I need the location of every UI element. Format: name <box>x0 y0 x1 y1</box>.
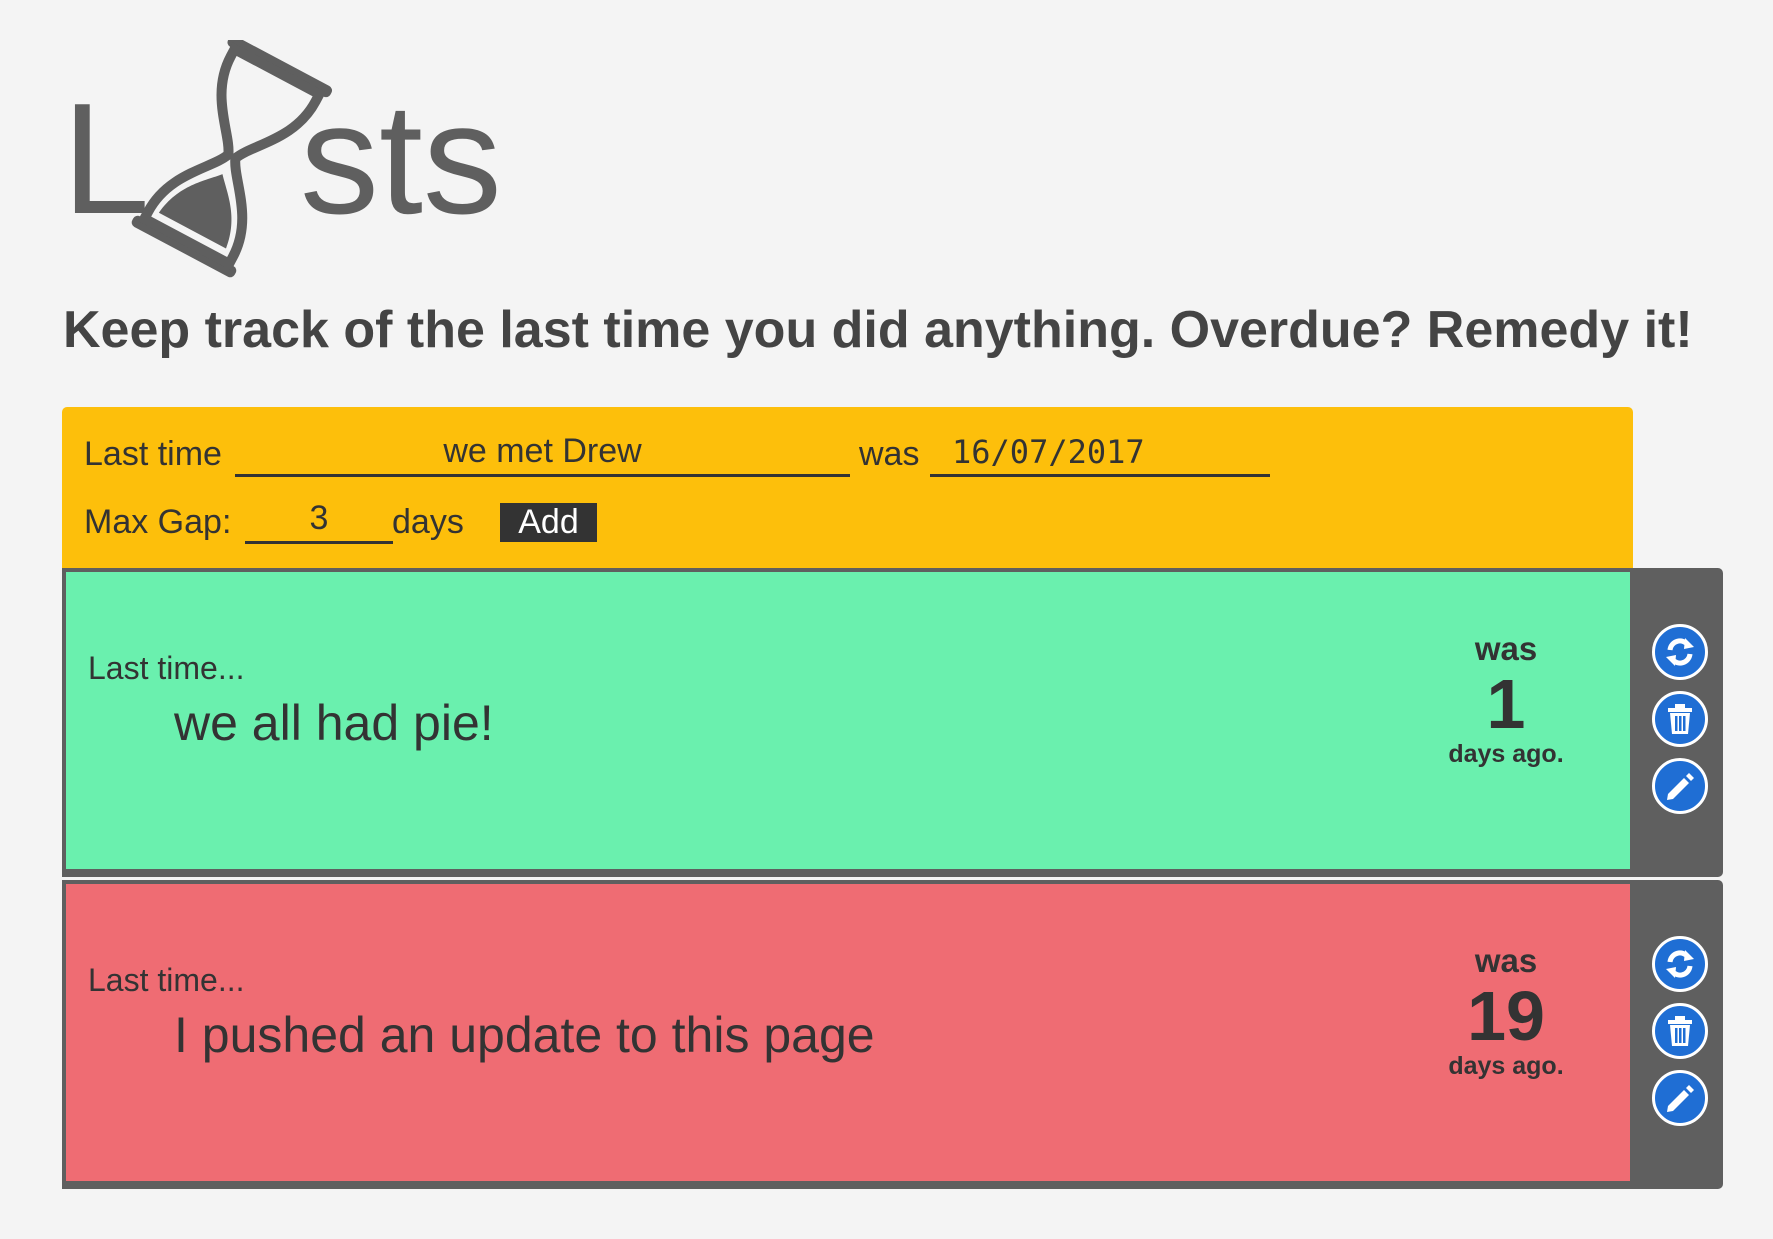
entry-was-label: was <box>1474 630 1538 667</box>
entry-days-count: 19 <box>1467 977 1545 1055</box>
entry-days-ago-label: days ago. <box>1448 740 1564 768</box>
lasts-logo: L sts <box>62 40 550 280</box>
trash-icon <box>1668 704 1692 734</box>
delete-button[interactable] <box>1652 691 1708 747</box>
entry-elapsed: was 1 days ago. <box>1436 630 1576 769</box>
edit-button[interactable] <box>1652 1070 1708 1126</box>
entry-elapsed: was 19 days ago. <box>1436 942 1576 1081</box>
add-entry-form: Last time was Max Gap: days Add <box>62 407 1633 568</box>
add-button[interactable]: Add <box>500 503 597 542</box>
refresh-icon <box>1666 950 1694 978</box>
entry-activity: I pushed an update to this page <box>174 1007 875 1063</box>
entry-days-count: 1 <box>1486 665 1526 743</box>
last-time-label: Last time <box>84 435 222 473</box>
entry-actions <box>1652 624 1712 825</box>
delete-button[interactable] <box>1652 1003 1708 1059</box>
logo-letters-sts: sts <box>300 71 502 247</box>
entry-activity: we all had pie! <box>174 695 494 751</box>
edit-button[interactable] <box>1652 758 1708 814</box>
max-gap-input[interactable] <box>245 496 393 544</box>
entry-prefix: Last time... <box>88 650 245 686</box>
entry-actions <box>1652 936 1712 1137</box>
entry-body: Last time... I pushed an update to this … <box>66 884 1630 1181</box>
activity-input[interactable] <box>235 429 850 477</box>
refresh-button[interactable] <box>1652 936 1708 992</box>
was-label: was <box>859 435 920 473</box>
days-label: days <box>392 503 464 541</box>
entry-was-label: was <box>1474 942 1538 979</box>
entry-card: Last time... we all had pie! was 1 days … <box>62 568 1723 877</box>
page: L sts Keep track of the last time you di… <box>0 0 1773 1239</box>
pencil-icon <box>1667 773 1694 800</box>
entry-card: Last time... I pushed an update to this … <box>62 880 1723 1189</box>
entry-days-ago-label: days ago. <box>1448 1052 1564 1080</box>
refresh-icon <box>1666 638 1694 666</box>
refresh-button[interactable] <box>1652 624 1708 680</box>
entry-body: Last time... we all had pie! was 1 days … <box>66 572 1630 869</box>
date-input[interactable] <box>930 429 1270 477</box>
max-gap-label: Max Gap: <box>84 503 232 541</box>
pencil-icon <box>1667 1085 1694 1112</box>
trash-icon <box>1668 1016 1692 1046</box>
tagline: Keep track of the last time you did anyt… <box>63 301 1693 359</box>
entry-prefix: Last time... <box>88 962 245 998</box>
